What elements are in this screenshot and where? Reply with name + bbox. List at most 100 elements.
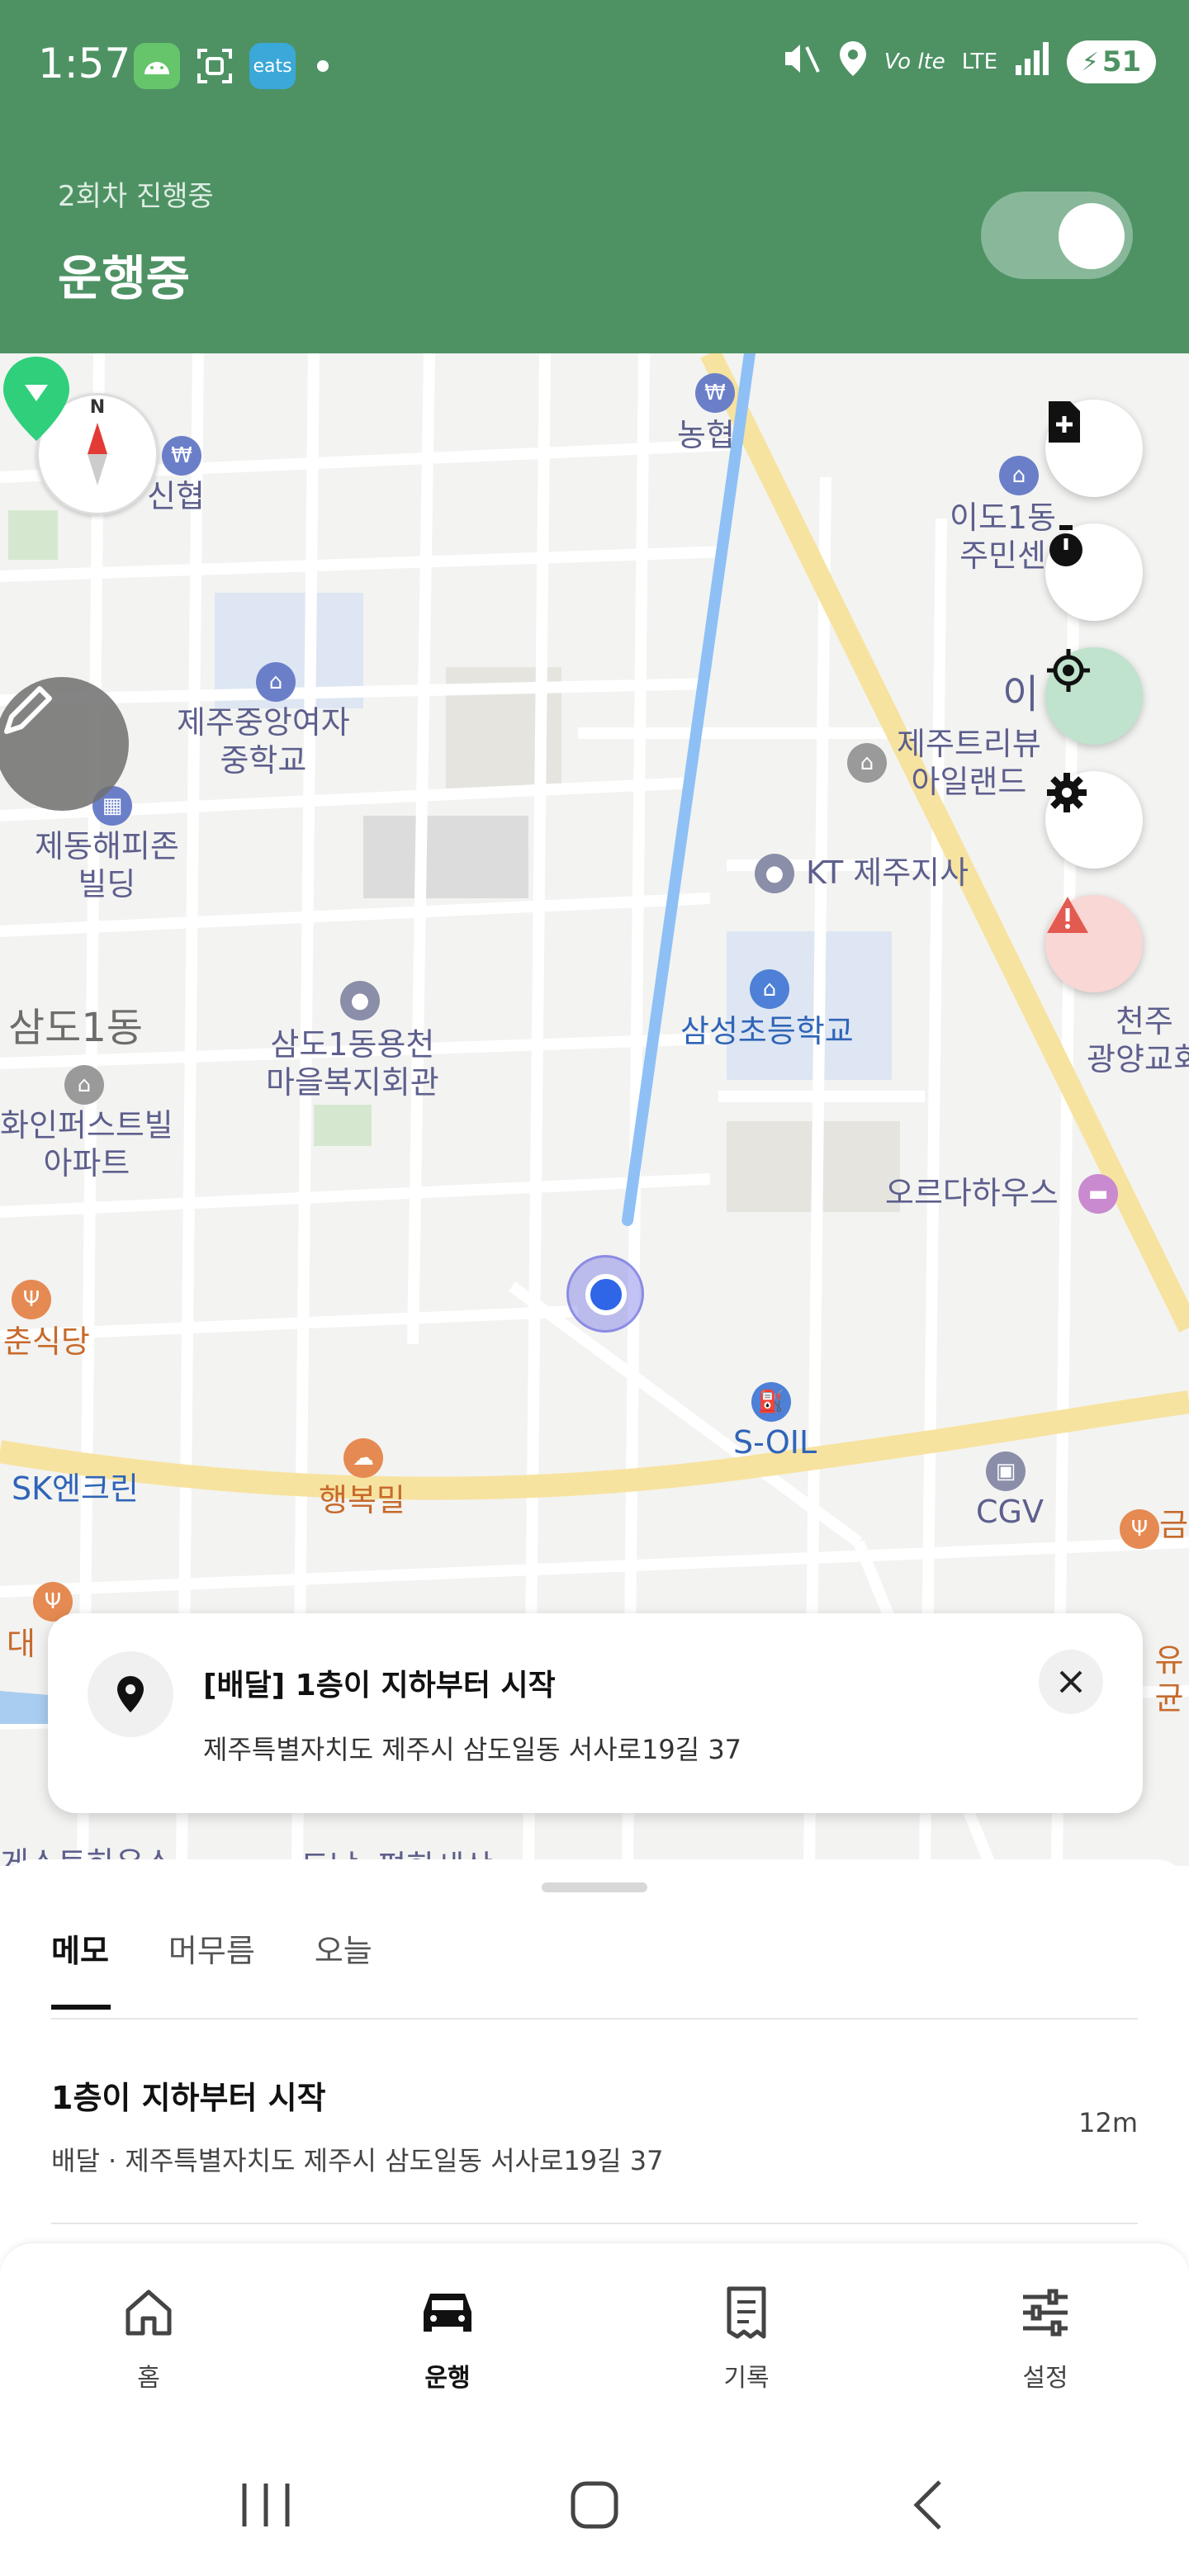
restaurant-icon: Ψ (12, 1280, 51, 1319)
nav-item-records[interactable]: 기록 (672, 2280, 821, 2394)
add-memo-button[interactable] (1045, 400, 1143, 497)
bottom-navigation: 홈 운행 기록 설정 (0, 2242, 1189, 2432)
hotel-icon: ▬ (1078, 1174, 1118, 1214)
trip-round-label: 2회차 진행중 (58, 180, 214, 213)
memo-elapsed-time: 12m (1078, 2107, 1138, 2138)
location-pin-icon (88, 1651, 173, 1737)
destination-info-card[interactable]: [배달] 1층이 지하부터 시작 제주특별자치도 제주시 삼도일동 서사로19길… (48, 1613, 1143, 1813)
apartment-icon: ⌂ (64, 1065, 104, 1105)
destination-marker-icon[interactable] (0, 353, 73, 444)
cinema-icon: ▣ (986, 1451, 1026, 1491)
warning-icon (1047, 897, 1088, 933)
current-location-indicator (566, 1255, 644, 1333)
destination-address: 제주특별자치도 제주시 삼도일동 서사로19길 37 (203, 1734, 742, 1765)
sheet-drag-handle[interactable] (542, 1882, 647, 1892)
page-title: 운행중 (58, 250, 191, 306)
home-button[interactable] (561, 2479, 628, 2531)
current-location-dot (585, 1274, 627, 1315)
poi-label[interactable]: 유균 (1149, 1641, 1189, 1717)
poi-label[interactable]: 오르다하우스 (885, 1174, 1059, 1212)
screenshot-icon (192, 43, 238, 89)
signal-icon (1014, 40, 1050, 83)
destination-title: [배달] 1층이 지하부터 시작 (203, 1669, 556, 1702)
nav-item-drive[interactable]: 운행 (373, 2280, 522, 2394)
receipt-icon (672, 2280, 821, 2346)
edit-memo-button[interactable] (0, 677, 129, 811)
charging-icon: ⚡ (1081, 47, 1099, 77)
location-icon (838, 40, 868, 84)
poi-label[interactable]: 화인퍼스트빌 아파트 (0, 1106, 173, 1182)
crosshair-icon (1047, 649, 1090, 692)
mute-icon (780, 40, 822, 83)
status-system-icons: Vo lte LTE ⚡ 51 (780, 40, 1156, 84)
poi-label[interactable]: 대 (7, 1625, 36, 1663)
poi-label[interactable]: 행복밀 (319, 1481, 405, 1519)
poi-label[interactable]: SK엔크린 (12, 1470, 139, 1508)
poi-label[interactable]: 이도1동 주민센 (950, 499, 1056, 575)
report-button[interactable] (1045, 895, 1143, 992)
bank-icon: ₩ (162, 436, 201, 476)
tab-memo[interactable]: 메모 (51, 1925, 109, 1971)
gear-icon (1047, 773, 1087, 812)
nav-item-home[interactable]: 홈 (74, 2280, 223, 2394)
volte-icon: Vo lte (883, 50, 945, 74)
nav-label: 기록 (723, 2364, 770, 2393)
car-icon (373, 2280, 522, 2346)
status-app-icons: eats (134, 43, 329, 89)
nav-label: 설정 (1022, 2364, 1068, 2393)
apartment-icon: ⌂ (847, 743, 887, 783)
poi-label[interactable]: 삼도1동용천 마을복지회관 (266, 1025, 439, 1101)
poi-label[interactable]: S-OIL (733, 1423, 817, 1461)
poi-label[interactable]: 제주트리뷰 아일랜드 (897, 725, 1041, 801)
list-divider (51, 2223, 1138, 2224)
government-icon: ⌂ (999, 456, 1039, 495)
recent-apps-button[interactable] (233, 2479, 299, 2531)
notification-dot (317, 60, 329, 72)
bank-icon: ₩ (695, 373, 735, 413)
sheet-tabs: 메모 머무름 오늘 (51, 1925, 372, 1971)
bakery-icon: ☁ (343, 1438, 383, 1478)
timer-button[interactable] (1045, 523, 1143, 621)
school-icon: ⌂ (750, 969, 789, 1009)
active-tab-indicator (51, 2005, 111, 2010)
status-bar: 1:57 eats Vo lte LTE ⚡ 51 (0, 0, 1189, 132)
poi-label[interactable]: 제주중앙여자 중학교 (177, 703, 350, 779)
memo-subtitle: 배달 · 제주특별자치도 제주시 삼도일동 서사로19길 37 (51, 2145, 664, 2176)
poi-label[interactable]: 금 (1159, 1506, 1188, 1544)
tab-today[interactable]: 오늘 (315, 1925, 372, 1971)
poi-label[interactable]: 제동해피존 빌딩 (35, 827, 179, 903)
nav-label: 운행 (424, 2364, 471, 2393)
close-card-button[interactable] (1039, 1650, 1103, 1714)
app-header: 1:57 eats Vo lte LTE ⚡ 51 2회차 진행중 운행중 (0, 0, 1189, 353)
nav-label: 홈 (137, 2364, 160, 2393)
gas-station-icon: ⛽ (751, 1382, 791, 1422)
tab-stay[interactable]: 머무름 (168, 1925, 255, 1971)
memo-title: 1층이 지하부터 시작 (51, 2080, 326, 2116)
poi-label[interactable]: 농협 (677, 416, 735, 454)
place-icon: ● (755, 854, 794, 893)
poi-label[interactable]: 천주 광양교회 (1087, 1002, 1189, 1078)
nav-item-settings[interactable]: 설정 (971, 2280, 1120, 2394)
restaurant-icon: Ψ (1120, 1509, 1159, 1549)
lte-icon: LTE (961, 50, 997, 74)
poi-label[interactable]: KT 제주지사 (806, 854, 969, 892)
battery-indicator: ⚡ 51 (1067, 40, 1156, 83)
android-icon (134, 43, 180, 89)
battery-level: 51 (1101, 45, 1142, 78)
tab-divider (51, 2018, 1138, 2020)
driving-toggle[interactable] (981, 192, 1133, 279)
file-add-icon (1049, 401, 1080, 443)
poi-label[interactable]: 이 (1002, 675, 1039, 714)
system-navigation-bar (0, 2432, 1189, 2576)
my-location-button[interactable] (1045, 647, 1143, 745)
poi-label[interactable]: 춘식당 (3, 1323, 90, 1361)
district-label: 삼도1동 (8, 1005, 144, 1051)
toggle-knob (1059, 203, 1125, 269)
poi-label[interactable]: 삼성초등학교 (680, 1012, 854, 1050)
home-icon (74, 2280, 223, 2346)
poi-label[interactable]: CGV (976, 1493, 1044, 1531)
pencil-icon (4, 686, 52, 734)
settings-button[interactable] (1045, 771, 1143, 869)
back-button[interactable] (897, 2479, 963, 2531)
status-time: 1:57 (38, 40, 131, 88)
